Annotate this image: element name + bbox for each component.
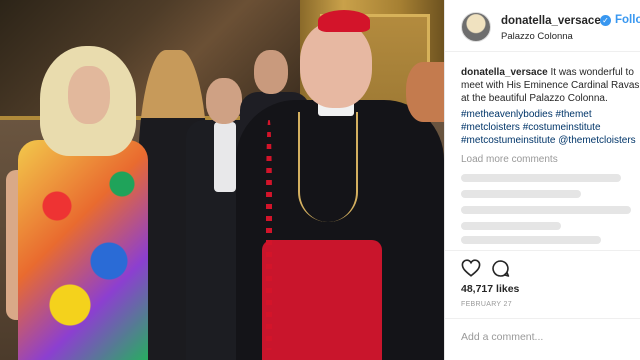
post-date: FEBRUARY 27 [461, 301, 512, 308]
blurred-comment-line [461, 174, 621, 182]
screen: donatella_versace ✓ Follow Palazzo Colon… [0, 0, 640, 360]
blurred-comment-line [461, 206, 631, 214]
add-comment-input[interactable]: Add a comment... [461, 331, 543, 343]
follow-button[interactable]: Follow [615, 14, 640, 26]
guest-redhead [406, 62, 444, 122]
donatella-face [68, 66, 110, 124]
pectoral-cross-chain [298, 112, 358, 222]
post-panel: donatella_versace ✓ Follow Palazzo Colon… [444, 0, 640, 360]
blurred-comment-line [461, 222, 561, 230]
verified-badge-icon: ✓ [600, 15, 611, 26]
hashtag-link[interactable]: #metcloisters [461, 122, 520, 133]
hashtag-link[interactable]: #metcostumeinstitute [461, 135, 556, 146]
load-more-comments-link[interactable]: Load more comments [461, 154, 558, 165]
guest-man-shirt [214, 122, 236, 192]
speech-bubble-icon[interactable] [491, 259, 510, 278]
post-header: donatella_versace ✓ Follow Palazzo Colon… [445, 0, 640, 52]
caption-username[interactable]: donatella_versace [461, 67, 548, 78]
blurred-comment-line [461, 236, 601, 244]
hashtag-link[interactable]: #costumeinstitute [523, 122, 601, 133]
cardinal-face [300, 22, 372, 108]
comment-box[interactable]: Add a comment... [445, 318, 640, 360]
like-count[interactable]: 48,717 likes [461, 283, 519, 295]
hashtag-link[interactable]: #themet [556, 109, 592, 120]
hashtag-list: #metheavenlybodies #themet #metcloisters… [461, 108, 640, 148]
cardinal-sash [262, 240, 382, 360]
cardinal-buttons [266, 120, 272, 350]
post-photo [0, 0, 444, 360]
avatar[interactable] [461, 12, 491, 42]
zucchetto [318, 10, 370, 32]
guest-bald-man-head [254, 50, 288, 94]
action-bar: 48,717 likes FEBRUARY 27 [445, 250, 640, 312]
guest-man-head [206, 78, 242, 124]
location-link[interactable]: Palazzo Colonna [501, 31, 573, 42]
username-link[interactable]: donatella_versace [501, 15, 601, 27]
heart-outline-icon[interactable] [461, 259, 481, 277]
blurred-comments [461, 172, 639, 246]
caption: donatella_versace It was wonderful to me… [461, 66, 640, 106]
donatella-printed-dress [18, 140, 148, 360]
hashtag-link[interactable]: #metheavenlybodies [461, 109, 553, 120]
blurred-comment-line [461, 190, 581, 198]
mention-link[interactable]: @themetcloisters [558, 135, 635, 146]
